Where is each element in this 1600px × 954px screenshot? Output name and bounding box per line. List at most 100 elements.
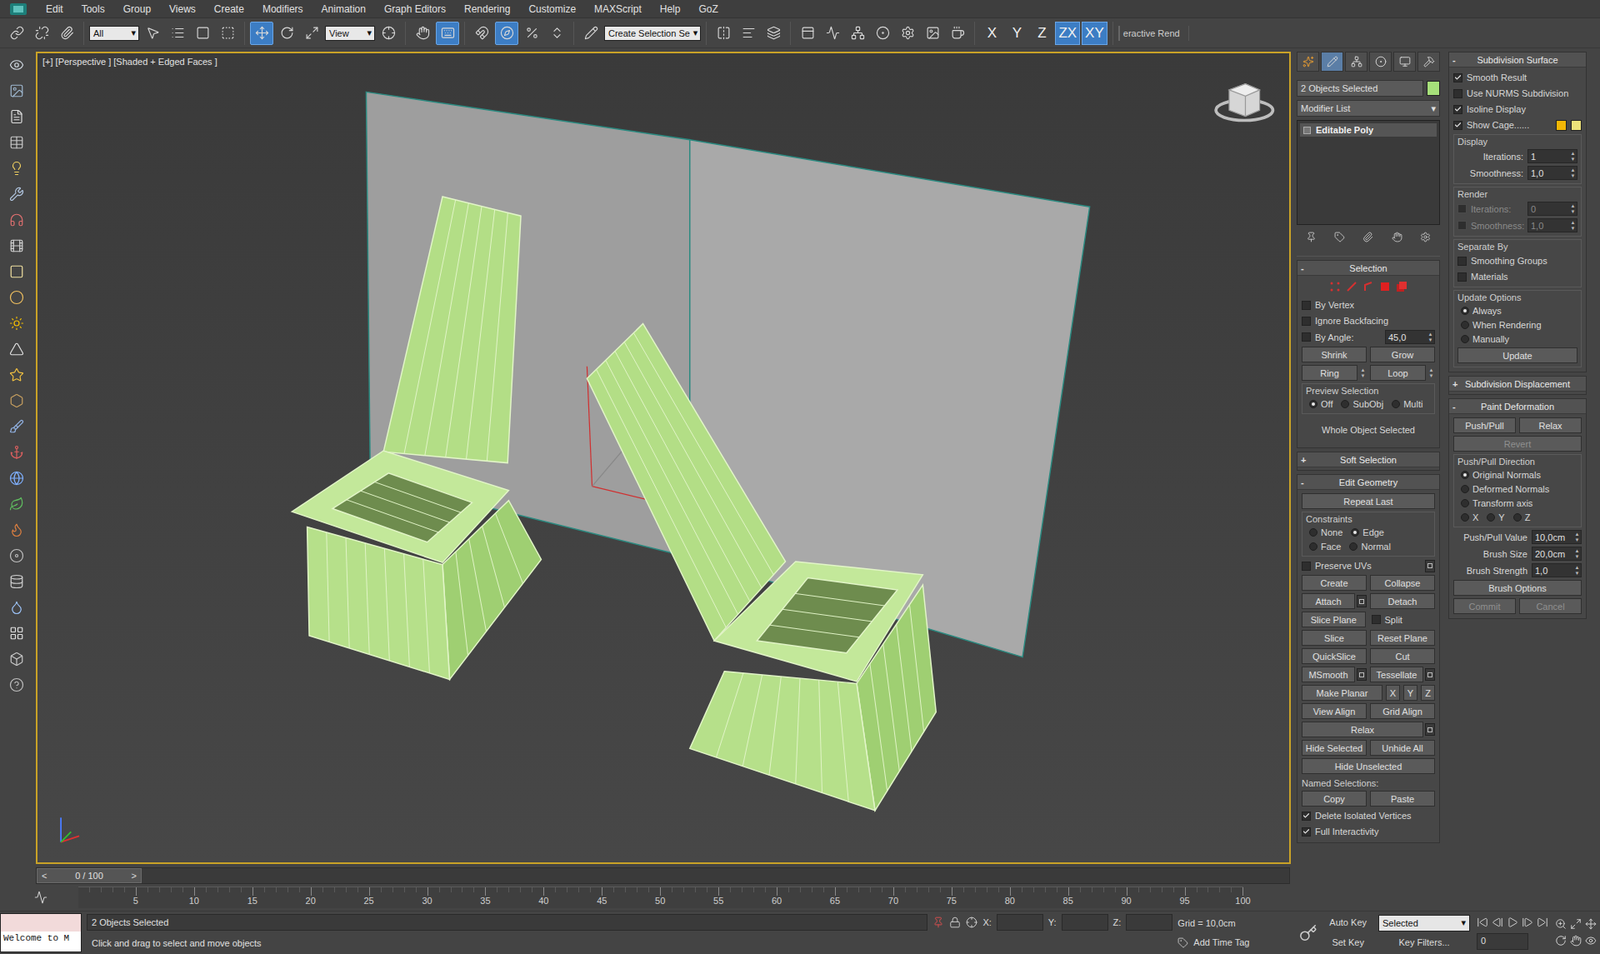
panel-button[interactable]: Commit — [1453, 598, 1516, 615]
radio-dot[interactable] — [1309, 400, 1318, 409]
side-tool[interactable] — [6, 106, 27, 127]
tool-button[interactable] — [140, 21, 165, 45]
side-tool[interactable] — [6, 313, 27, 334]
side-tool[interactable] — [6, 545, 27, 566]
radio-dot[interactable] — [1460, 485, 1470, 494]
rollout-header[interactable]: -Selection — [1297, 260, 1440, 276]
side-tool[interactable] — [6, 261, 27, 282]
panel-button[interactable]: Tessellate — [1370, 666, 1424, 683]
spinner-arrows-icon[interactable]: ▲▼ — [1573, 531, 1581, 544]
tool-button[interactable] — [165, 21, 190, 45]
menu-item[interactable]: Views — [160, 0, 205, 19]
side-tool[interactable] — [6, 442, 27, 463]
checkbox-row[interactable]: Smoothing Groups — [1457, 254, 1578, 268]
next-frame-button[interactable]: > — [130, 870, 139, 881]
tool-button[interactable] — [711, 21, 735, 45]
panel-button[interactable]: Relax — [1301, 721, 1424, 738]
panel-button[interactable]: Z — [1420, 685, 1435, 701]
panel-button[interactable]: Slice — [1301, 630, 1367, 646]
side-tool[interactable] — [6, 416, 27, 437]
radio-option[interactable]: Z — [1513, 511, 1531, 524]
side-tool[interactable] — [6, 80, 27, 101]
checkbox-row[interactable]: Use NURMS Subdivision — [1453, 86, 1582, 100]
panel-tab[interactable] — [1345, 51, 1368, 72]
playback-button[interactable] — [1506, 916, 1519, 930]
spinner-arrows-icon[interactable]: ▲▼ — [1426, 331, 1435, 344]
scene-canvas[interactable] — [37, 53, 1290, 863]
radio-dot[interactable] — [1460, 335, 1470, 344]
checkbox[interactable] — [1301, 827, 1311, 837]
tool-button[interactable] — [945, 21, 970, 45]
view-cube-icon[interactable] — [1215, 84, 1273, 121]
navigation-button[interactable] — [1555, 918, 1567, 932]
spinner-arrows-icon[interactable]: ▲▼ — [1569, 203, 1577, 215]
radio-dot[interactable] — [1309, 528, 1318, 537]
stack-tool[interactable] — [1420, 231, 1431, 245]
rollout-header[interactable]: -Edit Geometry — [1297, 475, 1440, 490]
panel-button[interactable]: Copy — [1301, 790, 1367, 807]
panel-button[interactable]: X — [1385, 685, 1400, 701]
tool-button[interactable] — [845, 21, 870, 45]
tool-button[interactable] — [920, 21, 945, 45]
radio-option[interactable]: None — [1309, 526, 1343, 539]
frame-ruler[interactable]: 5101520253035404550556065707580859095100 — [78, 886, 1244, 909]
rollout-toggle[interactable]: - — [1452, 55, 1463, 65]
navigation-button[interactable] — [1585, 918, 1597, 932]
panel-button[interactable]: Cut — [1370, 648, 1435, 665]
navigation-button[interactable] — [1570, 935, 1582, 949]
tool-button[interactable] — [30, 21, 54, 45]
panel-button[interactable]: Reset Plane — [1370, 630, 1435, 646]
track-view-toggle[interactable] — [3, 886, 79, 909]
menu-item[interactable]: Graph Editors — [375, 0, 455, 19]
checkbox[interactable] — [1301, 811, 1311, 821]
stack-tool[interactable] — [1362, 231, 1374, 245]
radio-option[interactable]: Face — [1309, 540, 1341, 553]
menu-item[interactable]: Customize — [519, 0, 585, 19]
tool-button[interactable] — [545, 21, 569, 45]
panel-tab[interactable] — [1296, 51, 1320, 72]
menu-item[interactable]: GoZ — [689, 0, 727, 19]
spinner[interactable]: 45,0▲▼ — [1385, 330, 1435, 345]
side-tool[interactable] — [6, 468, 27, 489]
spinner[interactable]: 10,0cm▲▼ — [1531, 530, 1582, 545]
side-tool[interactable] — [6, 390, 27, 411]
coord-field[interactable] — [996, 914, 1044, 931]
radio-option[interactable]: Deformed Normals — [1460, 483, 1578, 495]
color-swatch[interactable] — [1570, 120, 1582, 131]
checkbox-row[interactable]: Delete Isolated Vertices — [1301, 809, 1435, 823]
time-slider-thumb[interactable]: <0 / 100> — [36, 868, 142, 884]
rollout-toggle[interactable]: - — [1300, 263, 1311, 274]
axis-button[interactable]: Y — [1005, 21, 1029, 45]
radio-option[interactable]: Y — [1486, 511, 1505, 524]
tool-button[interactable] — [470, 21, 494, 45]
spinner[interactable]: 1,0▲▼ — [1527, 218, 1578, 233]
chair-hole[interactable] — [332, 473, 472, 543]
spinner-arrows-icon[interactable]: ▲▼ — [1569, 150, 1577, 163]
panel-button[interactable]: MSmooth — [1301, 666, 1355, 683]
checkbox-row[interactable]: Preserve UVs — [1301, 559, 1435, 573]
checkbox[interactable] — [1453, 89, 1463, 99]
tool-button[interactable] — [376, 21, 400, 45]
key-filters-button[interactable]: Key Filters... — [1378, 935, 1470, 952]
side-tool[interactable] — [6, 649, 27, 670]
rollout-toggle[interactable]: - — [1300, 477, 1311, 488]
checkbox[interactable] — [1371, 615, 1381, 625]
tool-button[interactable] — [495, 21, 519, 45]
spinner-arrows-icon[interactable]: ▲▼ — [1569, 220, 1577, 232]
tool-button[interactable] — [300, 21, 324, 45]
axis-button[interactable]: Z — [1030, 21, 1054, 45]
panel-tab[interactable] — [1369, 51, 1392, 72]
spinner[interactable]: 1▲▼ — [1527, 149, 1578, 164]
side-tool[interactable] — [6, 623, 27, 644]
panel-button[interactable]: Grow — [1370, 346, 1435, 363]
side-tool[interactable] — [6, 132, 27, 153]
menu-item[interactable]: Animation — [312, 0, 375, 19]
radio-option[interactable]: Original Normals — [1460, 469, 1578, 481]
object-color-swatch[interactable] — [1426, 80, 1440, 96]
radio-dot[interactable] — [1391, 400, 1400, 409]
panel-button[interactable]: Ring — [1301, 365, 1358, 381]
tool-button[interactable] — [435, 21, 460, 45]
panel-button[interactable]: Make Planar — [1301, 685, 1383, 701]
rollout-header[interactable]: +Subdivision Displacement — [1449, 376, 1586, 392]
checkbox-row[interactable]: Ignore Backfacing — [1301, 314, 1435, 328]
